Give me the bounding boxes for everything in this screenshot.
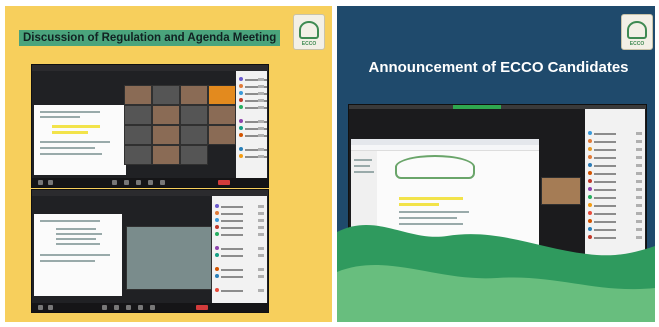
end-meeting-icon [218,180,230,185]
right-panel-title: Announcement of ECCO Candidates [368,59,629,76]
zoom-screenshot-top [31,64,269,188]
presenter-video [541,177,581,205]
end-meeting-icon [196,305,208,310]
ecco-emblem-icon: ECCO [621,14,653,50]
meeting-controls [32,178,268,187]
participants-panel [236,71,267,178]
zoom-screenshot-bottom [31,189,269,313]
speaker-video [126,226,212,290]
participants-panel [212,196,267,303]
logo-text: ECCO [629,41,645,47]
ecco-emblem-icon: ECCO [293,14,325,50]
left-panel: Discussion of Regulation and Agenda Meet… [5,6,332,322]
right-panel: ECCO Announcement of ECCO Candidates [337,6,655,322]
left-panel-title: Discussion of Regulation and Agenda Meet… [19,30,281,46]
logo-text: ECCO [301,41,317,47]
meeting-controls [32,303,268,312]
decorative-wave [337,225,655,322]
ecco-emblem-icon [395,155,475,179]
shared-document [34,105,126,175]
shared-document [34,214,122,296]
